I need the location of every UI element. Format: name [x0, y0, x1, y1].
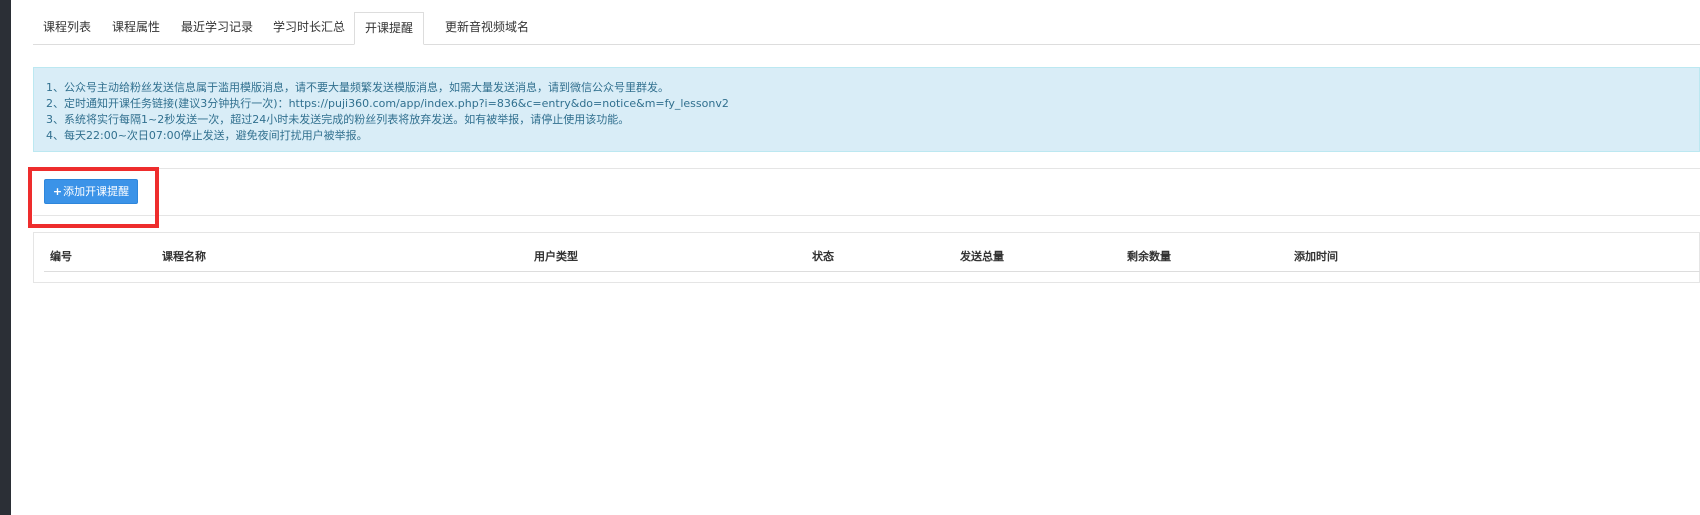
column-header-user-type[interactable]: 用户类型	[534, 243, 578, 271]
tab-bar: 课程列表 课程属性 最近学习记录 学习时长汇总 开课提醒 更新音视频域名	[33, 12, 1700, 45]
column-header-remaining[interactable]: 剩余数量	[1127, 243, 1171, 271]
notice-line: 4、每天22:00~次日07:00停止发送，避免夜间打扰用户被举报。	[46, 129, 368, 142]
notice-line: 3、系统将实行每隔1~2秒发送一次，超过24小时未发送完成的粉丝列表将放弃发送。…	[46, 113, 630, 126]
add-course-reminder-button[interactable]: +添加开课提醒	[44, 179, 138, 204]
tab-course-attributes[interactable]: 课程属性	[102, 12, 170, 44]
toolbar-panel	[33, 168, 1700, 216]
notice-alert: 1、公众号主动给粉丝发送信息属于滥用模版消息，请不要大量频繁发送模版消息，如需大…	[33, 67, 1700, 152]
tab-course-reminder[interactable]: 开课提醒	[354, 12, 425, 45]
main-content: 课程列表 课程属性 最近学习记录 学习时长汇总 开课提醒 更新音视频域名 1、公…	[11, 0, 1700, 515]
table-header-row: 编号 课程名称 用户类型 状态 发送总量 剩余数量 添加时间	[44, 243, 1700, 272]
tab-recent-learning-records[interactable]: 最近学习记录	[171, 12, 263, 44]
notice-line: 2、定时通知开课任务链接(建议3分钟执行一次)：https://puji360.…	[46, 97, 729, 110]
tab-course-list[interactable]: 课程列表	[33, 12, 101, 44]
tab-learning-duration-summary[interactable]: 学习时长汇总	[263, 12, 355, 44]
column-header-added-time[interactable]: 添加时间	[1294, 243, 1338, 271]
column-header-status[interactable]: 状态	[812, 243, 834, 271]
column-header-total-sent[interactable]: 发送总量	[960, 243, 1004, 271]
plus-icon: +	[52, 185, 63, 198]
column-header-id[interactable]: 编号	[50, 243, 72, 271]
tab-update-media-domain[interactable]: 更新音视频域名	[435, 12, 539, 44]
column-header-course-name[interactable]: 课程名称	[162, 243, 206, 271]
left-sidebar-edge	[0, 0, 11, 515]
add-button-label: 添加开课提醒	[63, 185, 130, 198]
notice-line: 1、公众号主动给粉丝发送信息属于滥用模版消息，请不要大量频繁发送模版消息，如需大…	[46, 81, 669, 94]
